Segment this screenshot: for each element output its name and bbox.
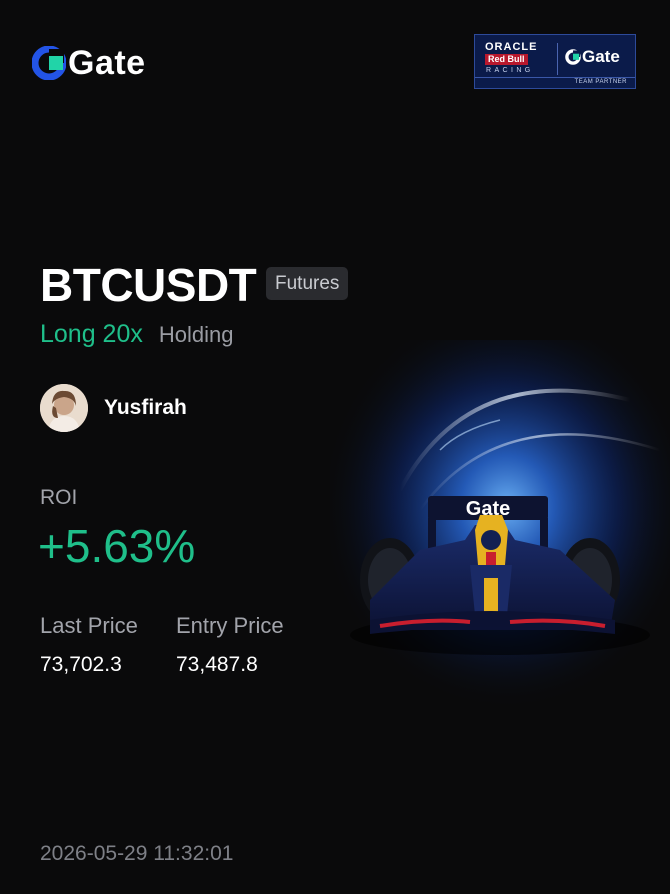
partner-oracle-text: ORACLE	[485, 41, 538, 53]
last-price-label: Last Price	[40, 613, 138, 638]
partner-divider	[557, 43, 558, 75]
partner-gate-logo: Gate	[565, 47, 620, 67]
position-direction: Long 20x	[40, 320, 143, 348]
roi-label: ROI	[40, 486, 78, 509]
avatar-icon	[40, 384, 88, 432]
contract-type-tag: Futures	[266, 267, 349, 300]
user-avatar	[40, 384, 88, 432]
last-price-value: 73,702.3	[40, 653, 122, 676]
gate-logo: Gate	[32, 44, 146, 82]
username: Yusfirah	[104, 396, 187, 419]
entry-price-value: 73,487.8	[176, 653, 258, 676]
position-direction-row: Long 20x Holding	[40, 318, 233, 351]
entry-price-label: Entry Price	[176, 613, 284, 638]
share-timestamp: 2026-05-29 11:32:01	[40, 842, 234, 865]
partner-racing-text: RACING	[486, 67, 534, 74]
partner-gate-text: Gate	[582, 47, 620, 66]
roi-value: +5.63%	[38, 520, 196, 572]
partner-caption: TEAM PARTNER	[475, 77, 635, 87]
f1-race-car-illustration: Gate	[330, 340, 670, 710]
trading-pair-symbol: BTCUSDT	[40, 259, 257, 311]
gate-logo-icon	[32, 46, 66, 80]
position-status: Holding	[158, 322, 234, 347]
gate-logo-icon	[565, 49, 581, 65]
partner-redbull-text: Red Bull	[485, 54, 528, 65]
user-row: Yusfirah	[40, 384, 187, 432]
team-partner-badge: ORACLE Red Bull RACING Gate TEAM PARTNER	[474, 34, 636, 89]
gate-logo-text: Gate	[68, 44, 146, 82]
